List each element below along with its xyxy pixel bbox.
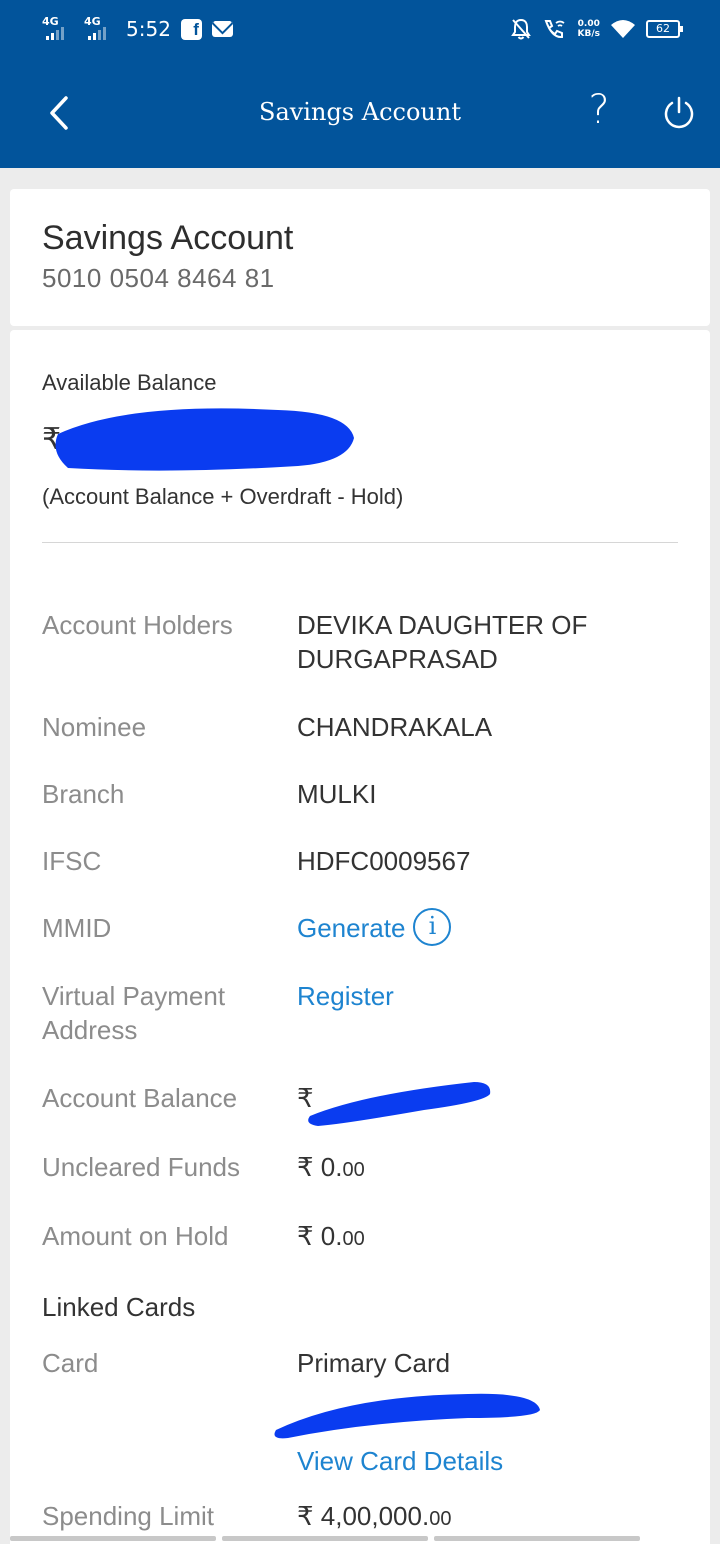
uncleared-main: ₹ 0. <box>297 1152 343 1182</box>
available-balance-label: Available Balance <box>42 370 217 395</box>
signal-icon: 4G <box>40 16 72 42</box>
account-type: Savings Account <box>42 219 294 257</box>
vpa-label: Virtual Payment Address <box>42 981 226 1045</box>
spending-limit-value: ₹ 4,00,000.00 <box>297 1499 687 1536</box>
ifsc-value: HDFC0009567 <box>297 846 471 876</box>
view-card-details[interactable]: View Card Details <box>297 1446 503 1476</box>
facebook-icon: f <box>180 18 202 40</box>
mmid-label: MMID <box>42 913 112 943</box>
battery-level: 62 <box>656 22 670 35</box>
register-link[interactable]: Register <box>297 981 394 1011</box>
hold-decimal: 00 <box>342 1228 365 1250</box>
nominee-value: CHANDRAKALA <box>297 712 493 742</box>
redaction-mark <box>55 408 355 471</box>
account-holders-label: Account Holders <box>42 610 233 640</box>
redaction-mark <box>308 1082 491 1126</box>
redaction-mark <box>274 1393 540 1439</box>
help-icon[interactable]: ? <box>580 86 618 134</box>
account-number: 5010 0504 8464 81 <box>42 263 275 293</box>
account-holders-value: DEVIKA DAUGHTER OF DURGAPRASAD <box>297 610 588 674</box>
branch-value: MULKI <box>297 779 377 809</box>
uncleared-funds-label: Uncleared Funds <box>42 1152 240 1182</box>
account-balance-label: Account Balance <box>42 1083 238 1113</box>
app-bar: Savings Account ? <box>0 58 720 168</box>
spending-limit-label: Spending Limit <box>42 1501 214 1531</box>
hold-main: ₹ 0. <box>297 1221 343 1251</box>
register-vpa-link[interactable]: Register <box>297 979 687 1013</box>
account-header-card: Savings Account 5010 0504 8464 81 <box>10 189 710 326</box>
status-right: 0.00 KB/s 62 <box>510 14 683 44</box>
signal-icon-2: 4G <box>82 16 114 42</box>
card-value: Primary Card <box>297 1348 451 1378</box>
amount-on-hold-label: Amount on Hold <box>42 1221 229 1251</box>
linked-cards-title: Linked Cards <box>42 1292 196 1322</box>
amount-on-hold-value: ₹ 0.00 <box>297 1219 687 1256</box>
uncleared-decimal: 00 <box>342 1159 365 1181</box>
mmid-row: Generate i <box>297 908 687 949</box>
info-icon[interactable]: i <box>413 908 452 947</box>
generate-mmid-link[interactable]: Generate <box>297 913 405 943</box>
nominee-label: Nominee <box>42 712 147 742</box>
network-type-2: 4G <box>84 15 101 28</box>
view-card-details-link[interactable]: View Card Details <box>297 1444 687 1478</box>
speed-unit: KB/s <box>577 29 600 39</box>
bottom-scroll-indicator <box>10 1536 640 1541</box>
uncleared-funds-value: ₹ 0.00 <box>297 1150 687 1187</box>
battery-icon: 62 <box>646 20 683 38</box>
branch-label: Branch <box>42 779 125 809</box>
balance-note: (Account Balance + Overdraft - Hold) <box>42 484 404 509</box>
account-details-card: Available Balance ₹ (Account Balance + O… <box>10 330 710 1544</box>
wifi-calling-icon <box>544 20 565 39</box>
power-icon[interactable] <box>662 96 696 130</box>
spending-main: ₹ 4,00,000. <box>297 1501 430 1531</box>
spending-decimal: 00 <box>429 1508 452 1530</box>
status-left: 4G 4G 5:52 f <box>40 14 233 44</box>
clock: 5:52 <box>126 17 171 41</box>
status-bar: 4G 4G 5:52 f 0.00 KB/s 62 <box>0 0 720 58</box>
bell-off-icon <box>510 18 531 40</box>
wifi-icon <box>611 20 635 38</box>
network-speed: 0.00 KB/s <box>578 19 600 39</box>
card-label: Card <box>42 1348 99 1378</box>
network-type-1: 4G <box>42 15 59 28</box>
mail-icon <box>211 21 233 37</box>
ifsc-label: IFSC <box>42 846 102 876</box>
speed-value: 0.00 <box>577 19 600 29</box>
divider <box>42 542 678 543</box>
